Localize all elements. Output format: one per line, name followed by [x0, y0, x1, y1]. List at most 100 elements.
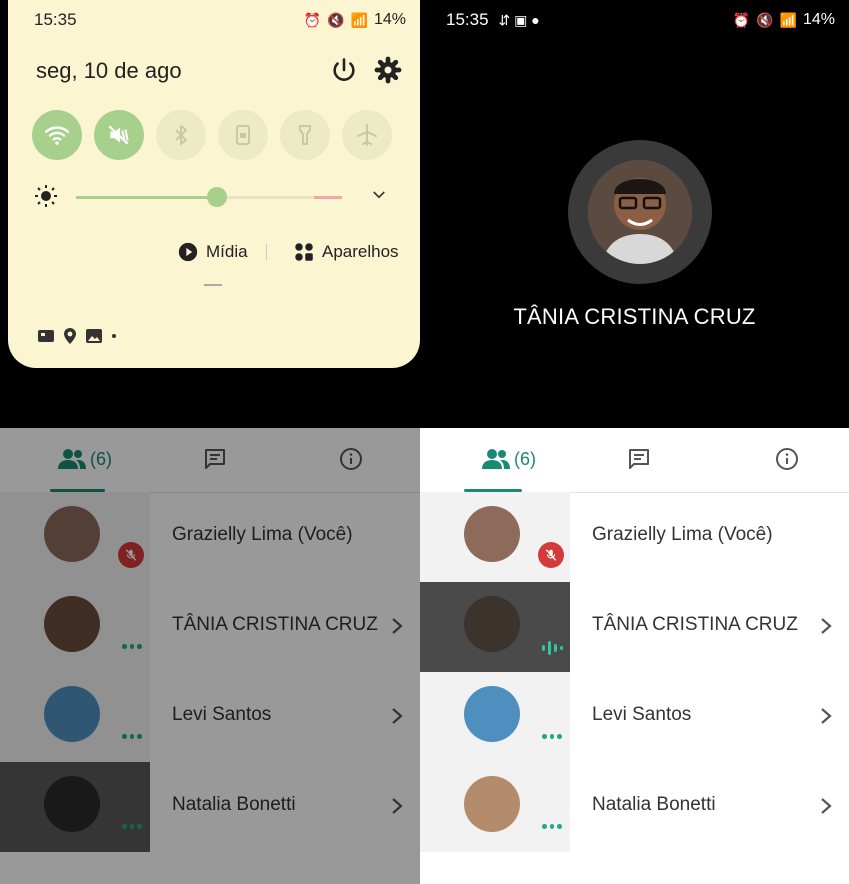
video-call-icon — [38, 330, 54, 342]
caller-name: TÂNIA CRISTINA CRUZ — [513, 304, 756, 329]
caller-avatar — [588, 160, 692, 264]
status-icons: ⏰ 🔇 📶 14% — [304, 11, 406, 29]
avatar — [44, 506, 100, 562]
info-icon — [776, 448, 798, 470]
location-icon — [64, 328, 76, 344]
muted-badge — [118, 542, 144, 568]
participant-row[interactable]: Grazielly Lima (Você) — [0, 492, 420, 582]
chevron-right-icon[interactable] — [819, 616, 833, 636]
flashlight-toggle[interactable] — [280, 110, 330, 160]
brightness-fill — [76, 196, 217, 199]
notification-icons — [38, 328, 116, 344]
status-bar: 15:35 ⏰ 🔇 📶 14% — [8, 0, 420, 40]
tab-chat[interactable] — [190, 428, 240, 490]
mic-off-icon — [545, 549, 557, 561]
devices-button[interactable]: Aparelhos — [294, 240, 399, 264]
brightness-high-zone — [314, 196, 342, 199]
alarm-icon: ⏰ — [732, 11, 751, 28]
more-dots — [542, 824, 563, 830]
rotation-lock-icon — [236, 125, 250, 145]
participant-row[interactable]: Levi Santos — [0, 672, 420, 762]
participant-name: TÂNIA CRISTINA CRUZ — [172, 614, 378, 635]
participant-name: Grazielly Lima (Você) — [172, 524, 353, 545]
airplane-toggle[interactable] — [342, 110, 392, 160]
info-icon — [340, 448, 362, 470]
notification-icons: ⇵ ▣ ● — [498, 11, 540, 28]
devices-label: Aparelhos — [322, 242, 399, 261]
chevron-right-icon[interactable] — [819, 796, 833, 816]
flashlight-icon — [299, 125, 311, 145]
chat-icon — [629, 449, 649, 469]
chevron-right-icon[interactable] — [390, 796, 404, 816]
tab-bar: (6) — [420, 428, 849, 493]
power-icon[interactable] — [330, 56, 358, 84]
chevron-right-icon[interactable] — [390, 616, 404, 636]
chevron-down-icon[interactable] — [370, 186, 388, 204]
participant-name: Natalia Bonetti — [592, 794, 716, 815]
image-icon — [86, 329, 102, 343]
tab-bar: (6) — [0, 428, 420, 493]
people-count: (6) — [514, 448, 536, 469]
more-dots — [542, 734, 563, 740]
drag-handle[interactable] — [204, 284, 222, 286]
mute-icon: 🔇 — [327, 11, 345, 28]
tab-info[interactable] — [762, 428, 812, 490]
participant-row[interactable]: Grazielly Lima (Você) — [420, 492, 849, 582]
avatar — [464, 596, 520, 652]
wifi-toggle[interactable] — [32, 110, 82, 160]
participant-row[interactable]: TÂNIA CRISTINA CRUZ — [0, 582, 420, 672]
people-icon — [482, 449, 510, 469]
status-icons: ⏰ 🔇 📶 14% — [733, 11, 835, 29]
tab-chat[interactable] — [614, 428, 664, 490]
avatar — [44, 776, 100, 832]
devices-grid-icon — [295, 243, 313, 261]
more-dots — [122, 824, 143, 830]
speaking-indicator-icon — [542, 641, 563, 655]
mute-icon — [108, 125, 129, 145]
call-view: TÂNIA CRISTINA CRUZ — [420, 40, 849, 428]
tab-people[interactable]: (6) — [454, 428, 564, 490]
mic-off-icon — [125, 549, 137, 561]
bluetooth-icon — [175, 125, 187, 145]
caller-photo — [588, 160, 692, 264]
gear-icon[interactable] — [374, 56, 402, 84]
participant-name: Grazielly Lima (Você) — [592, 524, 773, 545]
participant-name: Natalia Bonetti — [172, 794, 296, 815]
media-button[interactable]: Mídia — [178, 240, 248, 264]
participant-row[interactable]: Natalia Bonetti — [0, 762, 420, 852]
left-screenshot: 15:35 ⏰ 🔇 📶 14% seg, 10 de ago Mídia Apa… — [0, 0, 420, 884]
quick-settings-panel: 15:35 ⏰ 🔇 📶 14% seg, 10 de ago Mídia Apa… — [8, 0, 420, 368]
brightness-slider[interactable] — [76, 187, 342, 207]
battery-text: 14% — [373, 11, 406, 28]
participants-sheet: (6) Grazielly Lima (Você) TÂNIA CRISTINA… — [0, 428, 420, 884]
status-bar: 15:35 ⇵ ▣ ● ⏰ 🔇 📶 14% — [420, 0, 849, 40]
battery-text: 14% — [802, 11, 835, 28]
participants-sheet: (6) Grazielly Lima (Você) TÂNIA CRISTINA… — [420, 428, 849, 884]
rotation-lock-toggle[interactable] — [218, 110, 268, 160]
tab-info[interactable] — [326, 428, 376, 490]
more-dots — [122, 644, 143, 650]
chevron-right-icon[interactable] — [390, 706, 404, 726]
participant-row[interactable]: Natalia Bonetti — [420, 762, 849, 852]
avatar — [464, 776, 520, 832]
avatar — [464, 506, 520, 562]
participant-row[interactable]: Levi Santos — [420, 672, 849, 762]
brightness-thumb[interactable] — [206, 187, 227, 207]
media-label: Mídia — [206, 242, 248, 261]
signal-icon: 📶 — [779, 11, 797, 28]
avatar — [464, 686, 520, 742]
tab-people[interactable]: (6) — [30, 428, 140, 490]
airplane-icon — [357, 124, 377, 146]
avatar — [44, 686, 100, 742]
participant-row[interactable]: TÂNIA CRISTINA CRUZ — [420, 582, 849, 672]
bluetooth-toggle[interactable] — [156, 110, 206, 160]
status-time: 15:35 — [34, 10, 77, 29]
sound-toggle[interactable] — [94, 110, 144, 160]
people-icon — [58, 449, 86, 469]
participant-name: Levi Santos — [592, 704, 692, 725]
chevron-right-icon[interactable] — [819, 706, 833, 726]
alarm-icon: ⏰ — [303, 11, 322, 28]
participant-name: TÂNIA CRISTINA CRUZ — [592, 614, 798, 635]
status-time: 15:35 — [446, 10, 489, 29]
divider — [266, 244, 267, 260]
